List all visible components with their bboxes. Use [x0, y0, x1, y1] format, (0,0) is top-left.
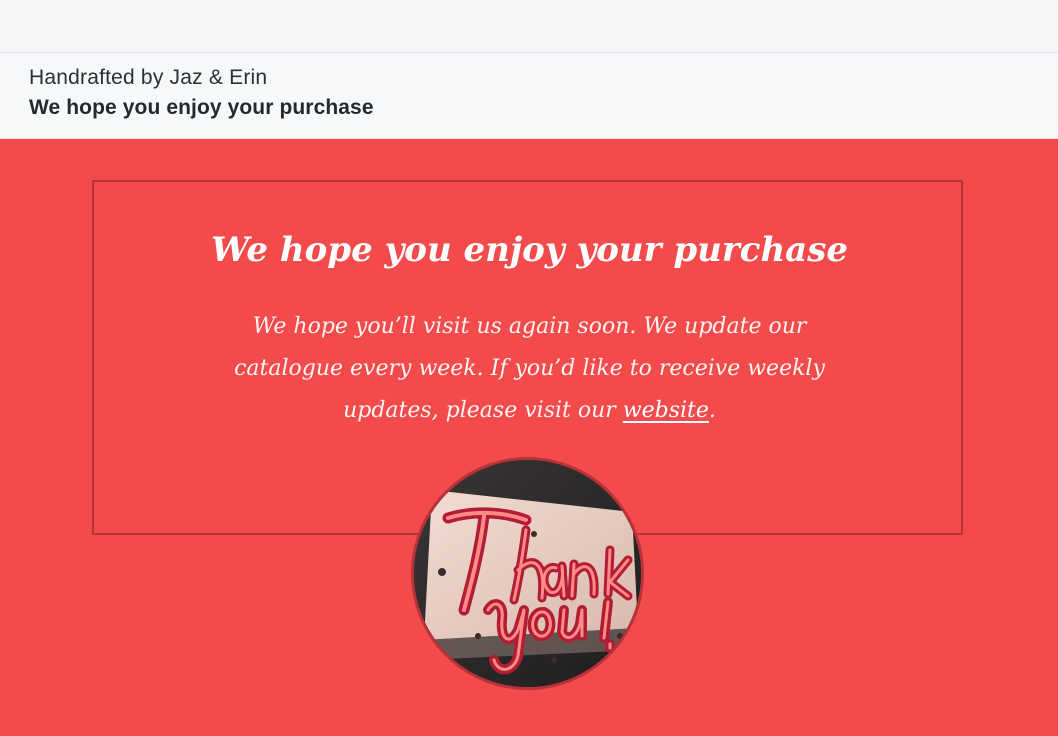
thank-you-neon-image	[414, 460, 641, 687]
card-headline: We hope you enjoy your purchase	[211, 230, 848, 270]
message-end: .	[708, 398, 716, 423]
email-subject: We hope you enjoy your purchase	[29, 96, 374, 119]
sender-name: Handrafted by Jaz & Erin	[29, 66, 268, 89]
top-toolbar	[0, 0, 1058, 53]
card-message: We hope you’ll visit us again soon. We u…	[214, 306, 845, 432]
thank-you-photo	[411, 457, 644, 690]
email-header: Handrafted by Jaz & Erin We hope you enj…	[0, 53, 1058, 139]
message-text: We hope you’ll visit us again soon. We u…	[234, 314, 825, 423]
website-link[interactable]: website	[623, 398, 709, 423]
email-body: We hope you enjoy your purchase We hope …	[0, 139, 1058, 736]
